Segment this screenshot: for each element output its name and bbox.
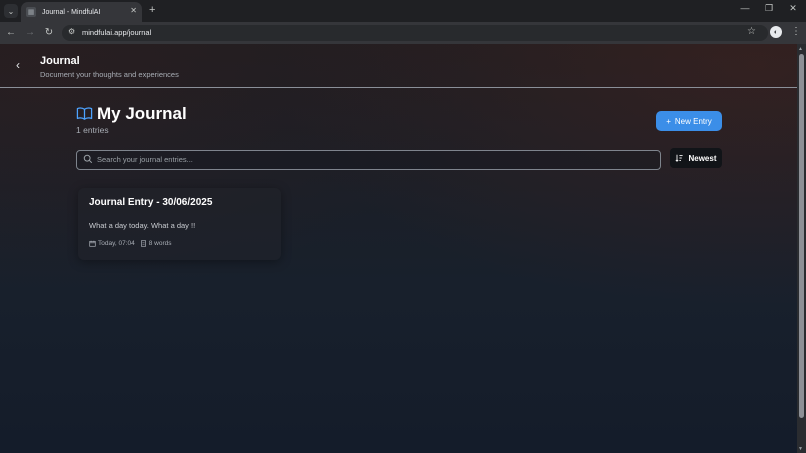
plus-icon: + (666, 116, 671, 126)
url-text[interactable]: mindfulai.app/journal (82, 28, 151, 37)
address-bar[interactable]: ⚙ mindfulai.app/journal ☆ (62, 25, 768, 41)
search-box[interactable] (76, 150, 661, 170)
back-chevron-icon[interactable]: ‹ (16, 59, 20, 71)
scroll-down-icon[interactable]: ▼ (798, 446, 803, 452)
close-window-icon[interactable]: ✕ (786, 3, 800, 14)
entry-title: Journal Entry - 30/06/2025 (89, 197, 213, 208)
entry-excerpt: What a day today. What a day !! (89, 221, 196, 230)
book-open-icon (76, 107, 93, 120)
scroll-up-icon[interactable]: ▲ (798, 46, 803, 52)
browser-tabstrip: ⌄ ▦ Journal - MindfulAI ✕ + — ❐ ✕ (0, 0, 806, 22)
sort-label: Newest (688, 153, 717, 163)
search-input[interactable] (97, 152, 647, 167)
new-entry-label: New Entry (674, 116, 712, 126)
page-content: ‹ Journal Document your thoughts and exp… (0, 44, 797, 453)
bookmark-star-icon[interactable]: ☆ (747, 26, 756, 37)
new-entry-button[interactable]: + New Entry (656, 111, 722, 131)
entry-word-count: 8 words (148, 240, 172, 247)
reload-icon[interactable]: ↻ (43, 26, 55, 40)
new-tab-icon[interactable]: + (149, 4, 155, 16)
browser-tab[interactable]: ▦ Journal - MindfulAI ✕ (21, 2, 142, 22)
entry-date: Today, 07:04 (98, 240, 135, 247)
sort-button[interactable]: Newest (670, 148, 722, 168)
minimize-icon[interactable]: — (738, 3, 752, 13)
document-icon (140, 240, 146, 247)
favicon-icon: ▦ (26, 7, 36, 17)
scroll-thumb[interactable] (799, 54, 804, 418)
entry-meta: Today, 07:04 8 words (89, 240, 172, 247)
browser-toolbar: ← → ↻ ⚙ mindfulai.app/journal ☆ ◐ ⋮ (0, 22, 806, 44)
profile-avatar-icon[interactable]: ◐ (770, 26, 782, 38)
restore-icon[interactable]: ❐ (762, 3, 776, 14)
browser-menu-icon[interactable]: ⋮ (791, 26, 801, 37)
entry-count: 1 entries (76, 125, 109, 135)
back-nav-icon[interactable]: ← (5, 26, 17, 40)
sort-icon (675, 154, 684, 162)
close-tab-icon[interactable]: ✕ (130, 6, 137, 15)
page-title: My Journal (97, 104, 187, 123)
forward-nav-icon[interactable]: → (24, 26, 36, 40)
tab-title: Journal - MindfulAI (42, 8, 101, 16)
site-info-icon[interactable]: ⚙ (68, 27, 75, 36)
calendar-icon (89, 240, 96, 247)
page-header: ‹ Journal Document your thoughts and exp… (0, 44, 797, 88)
search-icon (83, 154, 93, 164)
journal-entry-card[interactable]: Journal Entry - 30/06/2025 What a day to… (78, 188, 281, 260)
header-subtitle: Document your thoughts and experiences (40, 70, 179, 79)
page-scrollbar[interactable]: ▲ ▼ (797, 44, 806, 453)
header-title: Journal (40, 55, 80, 67)
tab-search-icon[interactable]: ⌄ (4, 4, 18, 18)
